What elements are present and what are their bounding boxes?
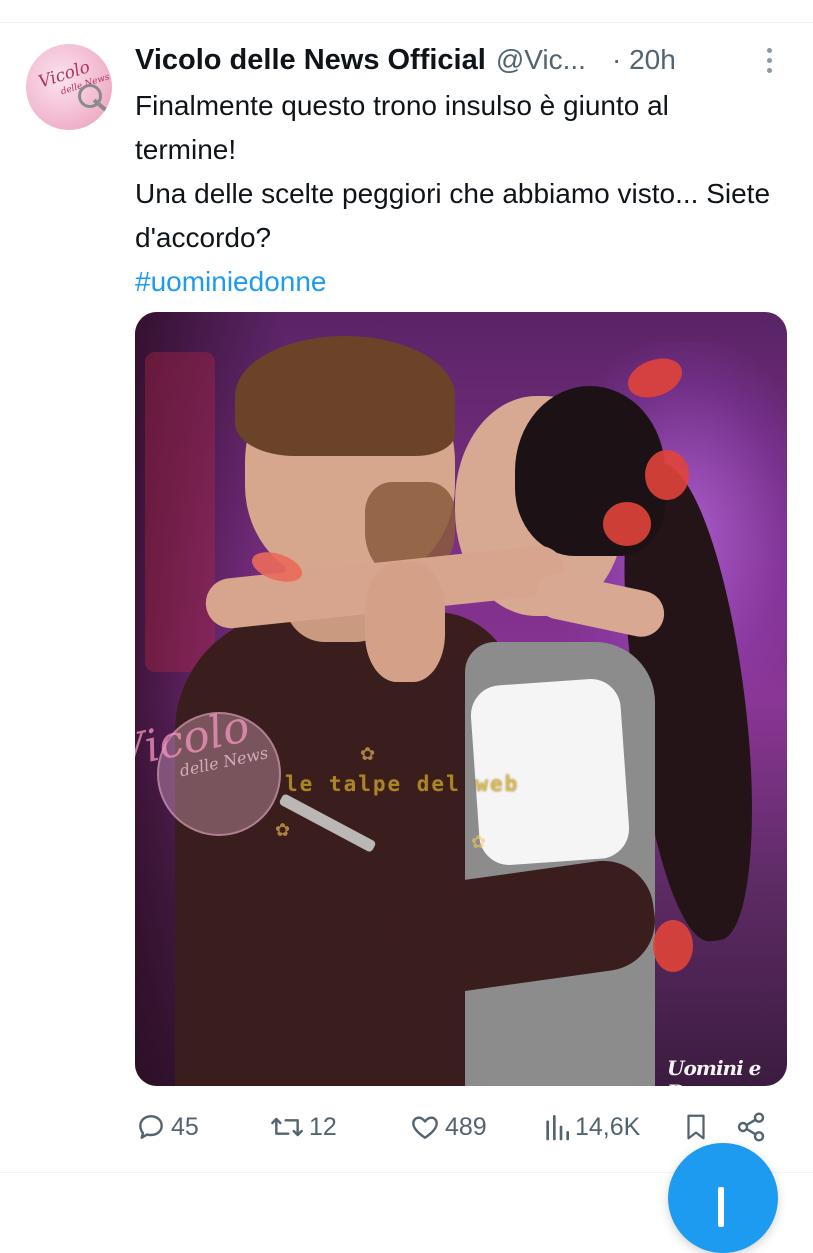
timestamp[interactable]: · 20h xyxy=(612,44,676,76)
more-options-icon[interactable] xyxy=(762,48,776,78)
retweet-button[interactable]: 12 xyxy=(269,1104,337,1150)
confetti-petal xyxy=(653,920,693,972)
tweet-header: Vicolo delle News Official @Vic... · 20h xyxy=(135,40,795,80)
reply-icon xyxy=(139,1115,163,1139)
paw-icon: ✿ xyxy=(471,832,487,852)
share-button[interactable] xyxy=(735,1104,767,1150)
paw-icon: ✿ xyxy=(275,820,291,840)
bookmark-button[interactable] xyxy=(681,1104,711,1150)
retweet-icon xyxy=(271,1117,303,1137)
tweet-photo[interactable]: Vicolo delle News le talpe del web ✿ ✿ ✿… xyxy=(135,312,787,1086)
confetti-petal xyxy=(645,450,689,500)
reply-button[interactable]: 45 xyxy=(135,1104,199,1150)
views-count: 14,6K xyxy=(575,1112,641,1141)
watermark-talpe: le talpe del web xyxy=(285,772,520,796)
reply-count: 45 xyxy=(171,1112,199,1141)
action-bar: 45 12 489 14,6K xyxy=(135,1104,785,1150)
like-button[interactable]: 489 xyxy=(409,1104,487,1150)
tweet-text-line: Finalmente questo trono insulso è giunto… xyxy=(135,90,669,165)
views-button[interactable]: 14,6K xyxy=(543,1104,640,1150)
user-handle[interactable]: @Vic... xyxy=(496,44,586,76)
display-name[interactable]: Vicolo delle News Official xyxy=(135,44,486,77)
top-divider xyxy=(0,22,813,23)
woman-hand xyxy=(365,562,445,682)
views-chart-icon xyxy=(546,1115,569,1141)
paw-icon: ✿ xyxy=(360,744,376,764)
program-logo: Uomini e Donne xyxy=(667,1056,761,1086)
stage-panel xyxy=(145,352,215,672)
like-count: 489 xyxy=(445,1112,487,1141)
man-hair xyxy=(235,336,455,456)
tweet-text: Finalmente questo trono insulso è giunto… xyxy=(135,84,775,304)
tweet-text-line: Una delle scelte peggiori che abbiamo vi… xyxy=(135,178,771,253)
retweet-count: 12 xyxy=(309,1112,337,1141)
share-icon xyxy=(737,1112,765,1142)
bookmark-icon xyxy=(687,1114,705,1140)
plus-icon xyxy=(718,1187,724,1227)
confetti-petal xyxy=(603,502,651,546)
avatar[interactable]: Vicolo delle News xyxy=(26,44,112,130)
compose-button[interactable] xyxy=(668,1143,778,1253)
heart-icon xyxy=(412,1116,438,1139)
hashtag-link[interactable]: #uominiedonne xyxy=(135,260,775,304)
man-shirt xyxy=(175,612,515,1086)
